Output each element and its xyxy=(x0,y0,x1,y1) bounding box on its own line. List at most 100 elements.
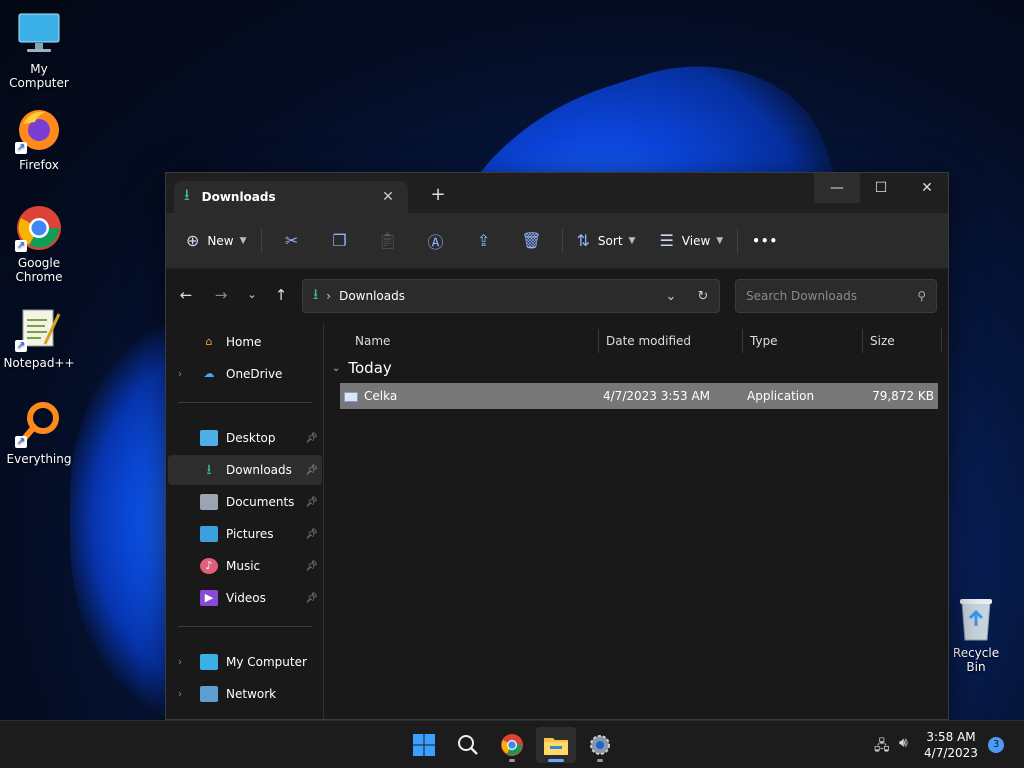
rename-icon[interactable]: Ⓐ xyxy=(412,229,460,253)
column-header-date-modified[interactable]: Date modified xyxy=(598,329,742,353)
refresh-icon[interactable]: ↻ xyxy=(687,289,719,304)
file-type: Application xyxy=(747,389,815,403)
desktop-icon-label: My Computer xyxy=(9,62,69,90)
desktop-icon-my-computer[interactable]: My Computer xyxy=(1,10,77,90)
nav-item-label: Music xyxy=(226,559,261,573)
volume-icon[interactable]: 🔊︎ xyxy=(899,735,908,751)
running-indicator xyxy=(509,759,515,762)
taskbar-chrome[interactable] xyxy=(492,727,532,763)
pictures-icon xyxy=(200,526,218,542)
desktop-icon-label: Recycle Bin xyxy=(952,646,1000,674)
recent-locations-chevron-icon[interactable]: ⌄ xyxy=(240,283,264,307)
network-tray-icon[interactable]: 🖧︎ xyxy=(874,735,890,759)
file-row[interactable]: Celka 4/7/2023 3:53 AM Application 79,87… xyxy=(340,383,938,409)
address-box[interactable]: ⭳ › Downloads ⌄ ↻ xyxy=(302,279,720,313)
search-input[interactable] xyxy=(746,289,918,303)
tab-title: Downloads xyxy=(201,190,276,204)
column-header-type[interactable]: Type xyxy=(742,329,862,353)
nav-item-onedrive[interactable]: › ☁ OneDrive xyxy=(168,359,322,389)
nav-item-home[interactable]: ⌂ Home xyxy=(168,327,322,357)
maximize-button[interactable]: ☐ xyxy=(858,173,904,203)
new-tab-button[interactable]: + xyxy=(428,185,448,205)
nav-item-music[interactable]: ♪ Music 📌︎ xyxy=(168,551,322,581)
desktop-icon-label: Google Chrome xyxy=(15,256,63,284)
address-history-chevron-icon[interactable]: ⌄ xyxy=(655,289,687,304)
expand-chevron-icon[interactable]: › xyxy=(178,369,190,380)
running-indicator xyxy=(597,759,603,762)
nav-item-label: My Computer xyxy=(226,655,307,669)
chrome-icon xyxy=(501,734,523,756)
start-button[interactable] xyxy=(404,727,444,763)
cloud-icon: ☁ xyxy=(203,367,215,380)
group-label: Today xyxy=(348,359,392,377)
file-name: Celka xyxy=(364,389,398,403)
nav-item-network[interactable]: › Network xyxy=(168,679,322,709)
desktop-icon-everything[interactable]: ↗ Everything xyxy=(1,400,77,466)
group-header-today[interactable]: ⌄ Today xyxy=(332,359,392,377)
breadcrumb-downloads[interactable]: Downloads xyxy=(339,289,655,303)
search-icon xyxy=(458,735,478,755)
back-arrow-icon[interactable]: ← xyxy=(174,283,198,307)
download-icon: ⭳ xyxy=(206,462,212,478)
nav-item-pictures[interactable]: Pictures 📌︎ xyxy=(168,519,322,549)
taskbar-settings[interactable] xyxy=(580,727,620,763)
minimize-button[interactable]: — xyxy=(814,173,860,203)
copy-icon[interactable]: ❐ xyxy=(316,231,364,250)
address-bar-row: ← → ⌄ ↑ ⭳ › Downloads ⌄ ↻ ⚲ xyxy=(166,269,948,323)
column-header-row: Name Date modified Type Size xyxy=(326,323,948,353)
expand-chevron-icon[interactable]: › xyxy=(178,657,190,668)
nav-item-label: Downloads xyxy=(226,463,292,477)
nav-item-label: OneDrive xyxy=(226,367,283,381)
tab-close-icon[interactable]: ✕ xyxy=(378,187,398,207)
up-arrow-icon[interactable]: ↑ xyxy=(269,283,293,307)
column-header-size[interactable]: Size xyxy=(862,329,942,353)
nav-item-documents[interactable]: Documents 📌︎ xyxy=(168,487,322,517)
nav-item-downloads[interactable]: ⭳ Downloads 📌︎ xyxy=(168,455,322,485)
desktop-icon-notepadpp[interactable]: ↗ Notepad++ xyxy=(1,304,77,370)
cut-icon[interactable]: ✂ xyxy=(268,231,316,250)
application-file-icon xyxy=(344,391,358,402)
command-bar: ⊕ New ▼ ✂ ❐ 📋︎ Ⓐ ⇪ 🗑︎ ⇅ Sort ▼ ☰ View ▼ … xyxy=(166,213,948,269)
paste-icon[interactable]: 📋︎ xyxy=(364,231,412,250)
breadcrumb-separator-icon: › xyxy=(326,289,332,303)
desktop-icon-recycle-bin[interactable]: Recycle Bin xyxy=(944,596,1008,674)
forward-arrow-icon[interactable]: → xyxy=(209,283,233,307)
close-window-button[interactable]: ✕ xyxy=(904,173,950,203)
search-icon: ⚲ xyxy=(917,289,926,303)
more-options-button[interactable]: ••• xyxy=(744,224,786,258)
firefox-icon: ↗ xyxy=(15,106,63,154)
taskbar-file-explorer[interactable] xyxy=(536,727,576,763)
search-box[interactable]: ⚲ xyxy=(735,279,937,313)
shortcut-arrow-icon: ↗ xyxy=(15,436,27,448)
share-icon[interactable]: ⇪ xyxy=(460,231,508,250)
documents-icon xyxy=(200,494,218,510)
toolbar-divider xyxy=(561,228,563,253)
desktop-folder-icon xyxy=(200,430,218,446)
desktop-icon-chrome[interactable]: ↗ Google Chrome xyxy=(1,204,77,284)
nav-item-videos[interactable]: ▶ Videos 📌︎ xyxy=(168,583,322,613)
notification-badge[interactable]: 3 xyxy=(988,737,1004,753)
delete-icon[interactable]: 🗑︎ xyxy=(508,231,556,250)
nav-item-label: Pictures xyxy=(226,527,274,541)
monitor-icon xyxy=(200,654,218,670)
column-header-name[interactable]: Name xyxy=(348,329,598,353)
pin-icon: 📌︎ xyxy=(305,464,318,476)
desktop-icon-firefox[interactable]: ↗ Firefox xyxy=(1,106,77,172)
pin-icon: 📌︎ xyxy=(305,528,318,540)
nav-item-desktop[interactable]: Desktop 📌︎ xyxy=(168,423,322,453)
monitor-icon xyxy=(15,10,63,58)
everything-search-icon: ↗ xyxy=(15,400,63,448)
sort-button[interactable]: ⇅ Sort ▼ xyxy=(569,224,644,258)
expand-chevron-icon[interactable]: › xyxy=(178,689,190,700)
pin-icon: 📌︎ xyxy=(305,592,318,604)
tab-downloads[interactable]: ⭳ Downloads ✕ xyxy=(174,181,408,213)
plus-circle-icon: ⊕ xyxy=(186,231,200,250)
nav-item-my-computer[interactable]: › My Computer xyxy=(168,647,322,677)
search-button[interactable] xyxy=(448,727,488,763)
nav-item-label: Desktop xyxy=(226,431,276,445)
nav-divider xyxy=(178,626,312,627)
new-button[interactable]: ⊕ New ▼ xyxy=(178,224,255,258)
file-size: 79,872 KB xyxy=(872,389,934,403)
clock[interactable]: 3:58 AM 4/7/2023 xyxy=(920,729,982,761)
view-button[interactable]: ☰ View ▼ xyxy=(651,224,731,258)
